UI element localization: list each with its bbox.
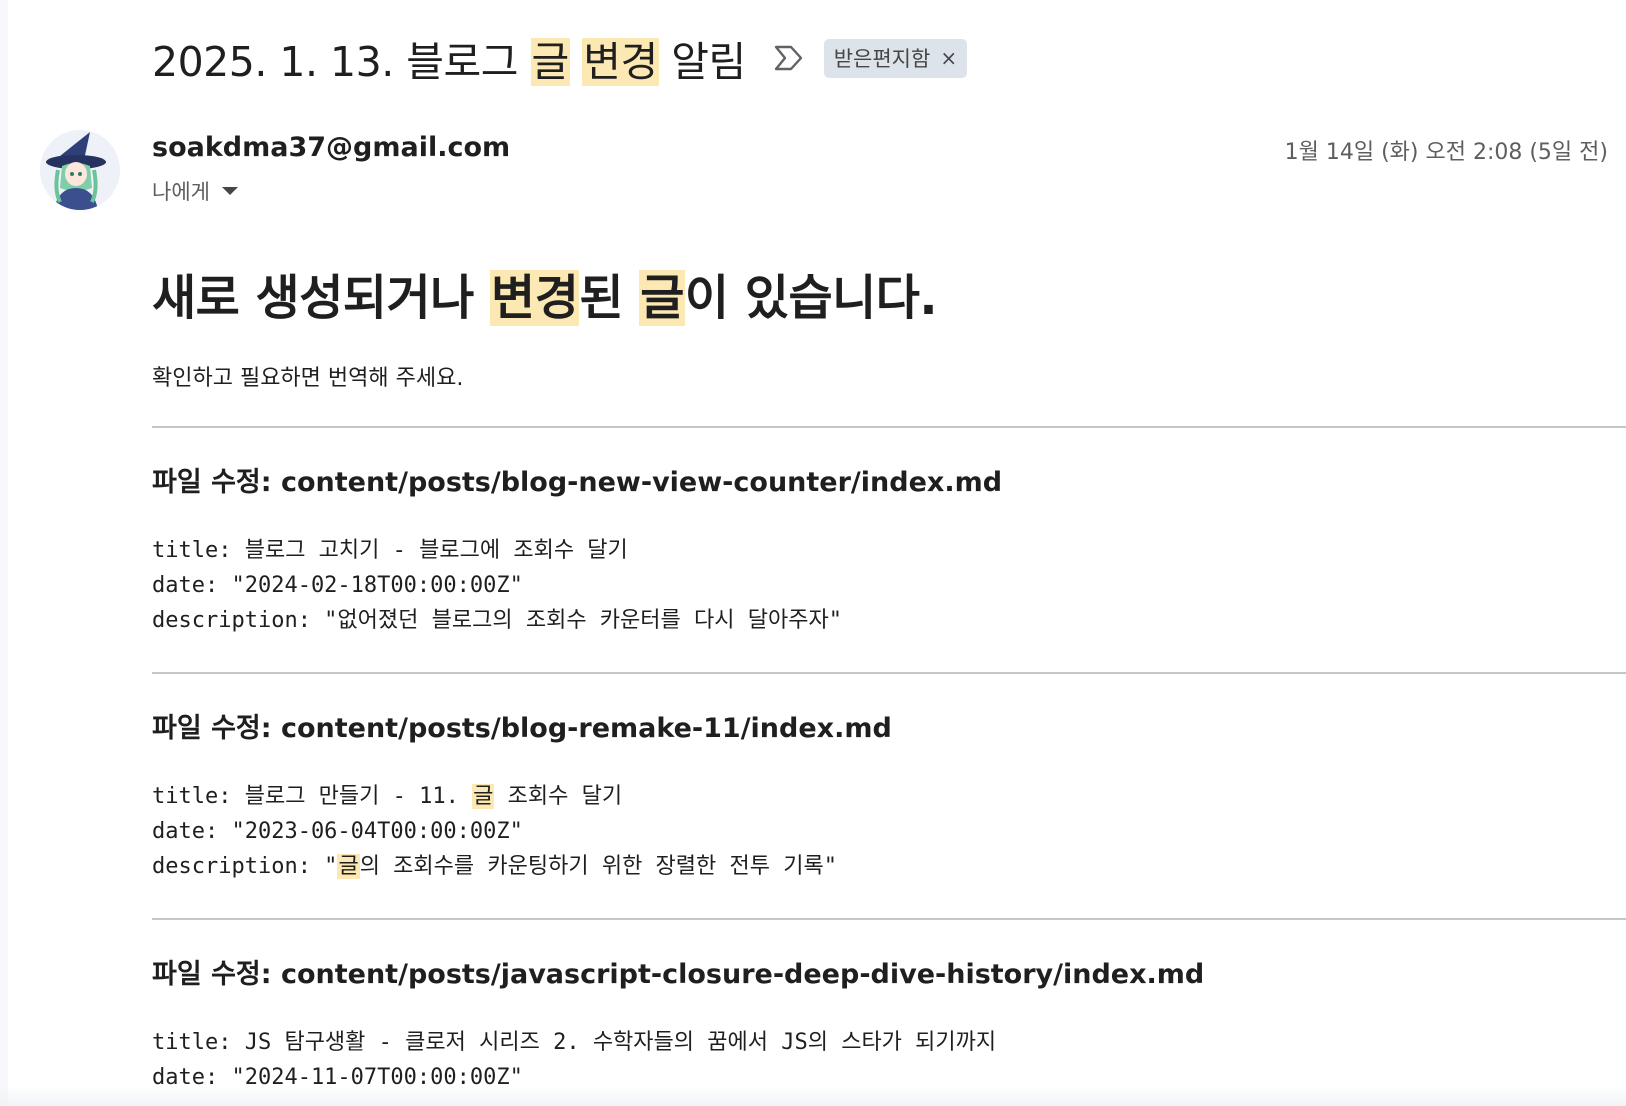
front-matter-code: title: JS 탐구생활 - 클로저 시리즈 2. 수학자들의 꿈에서 JS… (152, 1025, 1626, 1095)
importance-marker-icon[interactable] (772, 43, 806, 73)
text-segment: 된 (579, 270, 640, 326)
file-change-block: 파일 수정: content/posts/javascript-closure-… (152, 952, 1626, 1095)
front-matter-code: title: 블로그 고치기 - 블로그에 조회수 달기 date: "2024-… (152, 533, 1626, 638)
search-highlight: 글 (530, 38, 570, 86)
text-segment: title: 블로그 고치기 - 블로그에 조회수 달기 (152, 538, 628, 563)
file-change-heading: 파일 수정: content/posts/blog-new-view-count… (152, 467, 1003, 498)
search-highlight: 글 (337, 854, 360, 879)
search-highlight: 글 (472, 784, 495, 809)
section-divider (152, 426, 1626, 428)
sender-avatar[interactable] (40, 130, 120, 210)
text-segment: 조회수 달기 (494, 784, 623, 809)
recipient-label: 나에게 (152, 180, 210, 204)
remove-label-icon[interactable]: × (940, 46, 957, 70)
caret-down-icon (221, 187, 238, 195)
text-segment: date: "2024-02-18T00:00:00Z" (152, 573, 523, 598)
bottom-fade (0, 1086, 1626, 1106)
search-highlight: 변경 (582, 38, 659, 86)
inbox-label-text: 받은편지함 (833, 46, 931, 71)
text-segment: description: "없어졌던 블로그의 조회수 카운터를 다시 달아주자… (152, 608, 842, 633)
recipient-dropdown[interactable]: 나에게 (152, 176, 238, 206)
text-segment (570, 38, 583, 86)
front-matter-code: title: 블로그 만들기 - 11. 글 조회수 달기 date: "2023… (152, 779, 1626, 884)
changed-files-list: 파일 수정: content/posts/blog-new-view-count… (152, 426, 1626, 1095)
front-matter-line: description: "글의 조회수를 카운팅하기 위한 장렬한 전투 기록… (152, 849, 1626, 884)
front-matter-line: title: 블로그 고치기 - 블로그에 조회수 달기 (152, 533, 1626, 568)
section-divider (152, 918, 1626, 920)
text-segment: date: "2023-06-04T00:00:00Z" (152, 819, 523, 844)
witch-avatar-image (40, 130, 120, 210)
file-change-block: 파일 수정: content/posts/blog-new-view-count… (152, 460, 1626, 638)
email-timestamp: 1월 14일 (화) 오전 2:08 (5일 전) (1284, 140, 1608, 165)
text-segment: 이 있습니다. (684, 270, 938, 326)
front-matter-line: title: 블로그 만들기 - 11. 글 조회수 달기 (152, 779, 1626, 814)
text-segment: title: JS 탐구생활 - 클로저 시리즈 2. 수학자들의 꿈에서 JS… (152, 1030, 997, 1055)
left-edge (0, 0, 8, 1106)
text-segment: 알림 (658, 38, 746, 86)
file-change-heading: 파일 수정: content/posts/javascript-closure-… (152, 959, 1205, 990)
file-change-heading: 파일 수정: content/posts/blog-remake-11/inde… (152, 713, 892, 744)
subject-row: 2025. 1. 13. 블로그 글 변경 알림 받은편지함 × (152, 28, 968, 88)
inbox-label-chip: 받은편지함 × (823, 38, 968, 78)
email-body: 새로 생성되거나 변경된 글이 있습니다. 확인하고 필요하면 번역해 주세요.… (152, 262, 1626, 1095)
email-view: 2025. 1. 13. 블로그 글 변경 알림 받은편지함 × soakdma… (0, 0, 1626, 1106)
text-segment: 새로 생성되거나 (152, 270, 491, 326)
body-heading: 새로 생성되거나 변경된 글이 있습니다. (152, 262, 1626, 334)
front-matter-line: title: JS 탐구생활 - 클로저 시리즈 2. 수학자들의 꿈에서 JS… (152, 1025, 1626, 1060)
body-intro: 확인하고 필요하면 번역해 주세요. (152, 366, 464, 391)
email-subject: 2025. 1. 13. 블로그 글 변경 알림 (152, 28, 746, 88)
text-segment: 2025. 1. 13. 블로그 (152, 38, 531, 86)
front-matter-line: date: "2023-06-04T00:00:00Z" (152, 814, 1626, 849)
search-highlight: 글 (639, 270, 685, 326)
section-divider (152, 672, 1626, 674)
front-matter-line: description: "없어졌던 블로그의 조회수 카운터를 다시 달아주자… (152, 603, 1626, 638)
text-segment: title: 블로그 만들기 - 11. (152, 784, 473, 809)
text-segment: description: " (152, 854, 338, 879)
text-segment: 의 조회수를 카운팅하기 위한 장렬한 전투 기록" (359, 854, 837, 879)
sender-email[interactable]: soakdma37@gmail.com (152, 132, 510, 163)
file-change-block: 파일 수정: content/posts/blog-remake-11/inde… (152, 706, 1626, 884)
front-matter-line: date: "2024-02-18T00:00:00Z" (152, 568, 1626, 603)
search-highlight: 변경 (490, 270, 580, 326)
